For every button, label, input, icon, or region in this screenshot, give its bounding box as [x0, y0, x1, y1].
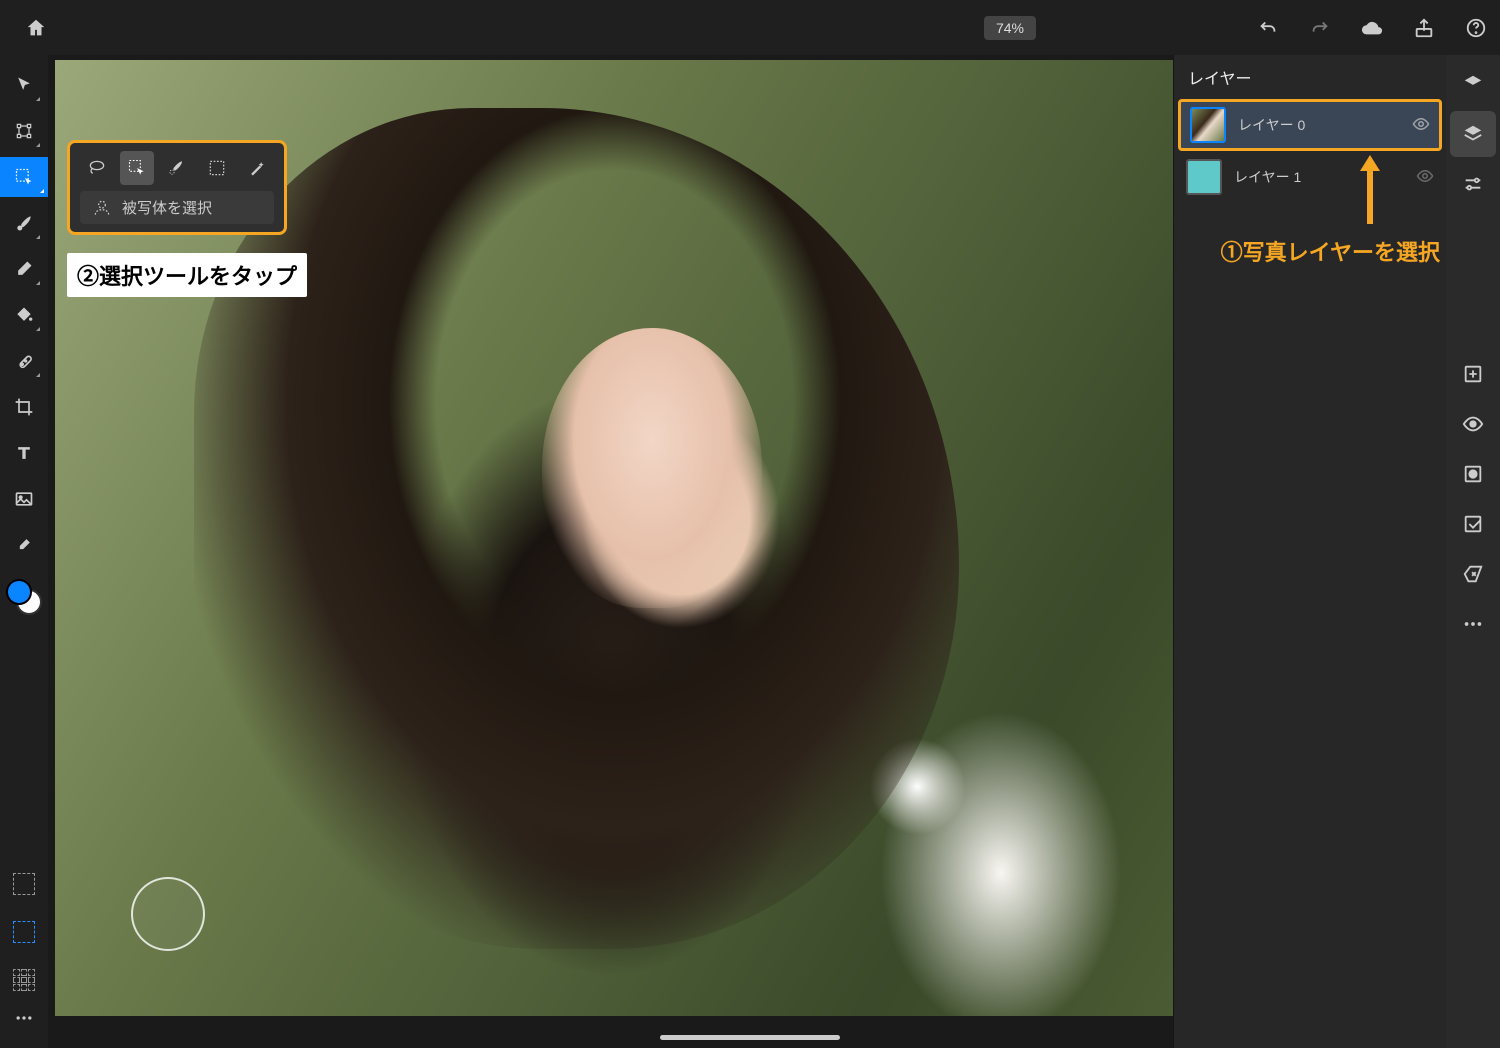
image-tool[interactable]	[4, 479, 44, 519]
quick-select-add-icon[interactable]	[4, 912, 44, 952]
more-icon[interactable]	[4, 1008, 44, 1028]
transform-tool[interactable]	[4, 111, 44, 151]
eraser-tool[interactable]	[4, 249, 44, 289]
selection-tool[interactable]	[0, 157, 48, 197]
layers-panel-title: レイヤー	[1174, 55, 1446, 99]
layer-thumbnail	[1186, 159, 1222, 195]
crop-tool[interactable]	[4, 387, 44, 427]
layer-thumbnail	[1190, 107, 1226, 143]
lasso-tool-icon[interactable]	[80, 151, 114, 185]
color-swatch[interactable]	[6, 579, 42, 615]
clip-icon[interactable]	[1450, 501, 1496, 547]
annotation-step2: ②選択ツールをタップ	[67, 253, 307, 297]
visibility-toggle-icon[interactable]	[1450, 401, 1496, 447]
magic-wand-icon[interactable]	[240, 151, 274, 185]
mask-icon[interactable]	[1450, 451, 1496, 497]
layer-row-0[interactable]: レイヤー 0	[1178, 99, 1442, 151]
quick-select-brush-icon[interactable]	[160, 151, 194, 185]
zoom-level[interactable]: 74%	[984, 16, 1036, 40]
select-subject-label: 被写体を選択	[122, 197, 212, 218]
layer-name: レイヤー 1	[1234, 167, 1301, 187]
marquee-rect-icon[interactable]	[200, 151, 234, 185]
help-icon[interactable]	[1464, 16, 1488, 40]
selection-tool-flyout: 被写体を選択	[67, 140, 287, 235]
annotation-arrow	[1360, 155, 1380, 171]
heal-tool[interactable]	[4, 341, 44, 381]
share-icon[interactable]	[1412, 16, 1436, 40]
move-tool[interactable]	[4, 65, 44, 105]
annotation-step1: ①写真レイヤーを選択	[1221, 235, 1440, 267]
quick-select-new-icon[interactable]	[4, 864, 44, 904]
layer-name: レイヤー 0	[1238, 115, 1305, 135]
visibility-icon[interactable]	[1416, 167, 1434, 188]
home-icon[interactable]	[22, 14, 50, 42]
layers-tab-icon[interactable]	[1450, 61, 1496, 107]
more-options-icon[interactable]	[1450, 601, 1496, 647]
layers-panel: レイヤー レイヤー 0 レイヤー 1	[1173, 55, 1446, 1048]
select-subject-button[interactable]: 被写体を選択	[80, 191, 274, 224]
fill-tool[interactable]	[4, 295, 44, 335]
object-select-tool-icon[interactable]	[120, 151, 154, 185]
delete-icon[interactable]	[1450, 551, 1496, 597]
adjustments-icon[interactable]	[1450, 161, 1496, 207]
layer-properties-tab-icon[interactable]	[1450, 111, 1496, 157]
visibility-icon[interactable]	[1412, 115, 1430, 136]
eyedropper-tool[interactable]	[4, 525, 44, 565]
redo-icon[interactable]	[1308, 16, 1332, 40]
brush-tool[interactable]	[4, 203, 44, 243]
text-tool[interactable]	[4, 433, 44, 473]
quick-select-grid-icon[interactable]	[4, 960, 44, 1000]
home-indicator	[660, 1035, 840, 1040]
add-layer-icon[interactable]	[1450, 351, 1496, 397]
layer-row-1[interactable]: レイヤー 1	[1174, 151, 1446, 203]
cloud-icon[interactable]	[1360, 16, 1384, 40]
touch-cursor	[131, 877, 205, 951]
undo-icon[interactable]	[1256, 16, 1280, 40]
